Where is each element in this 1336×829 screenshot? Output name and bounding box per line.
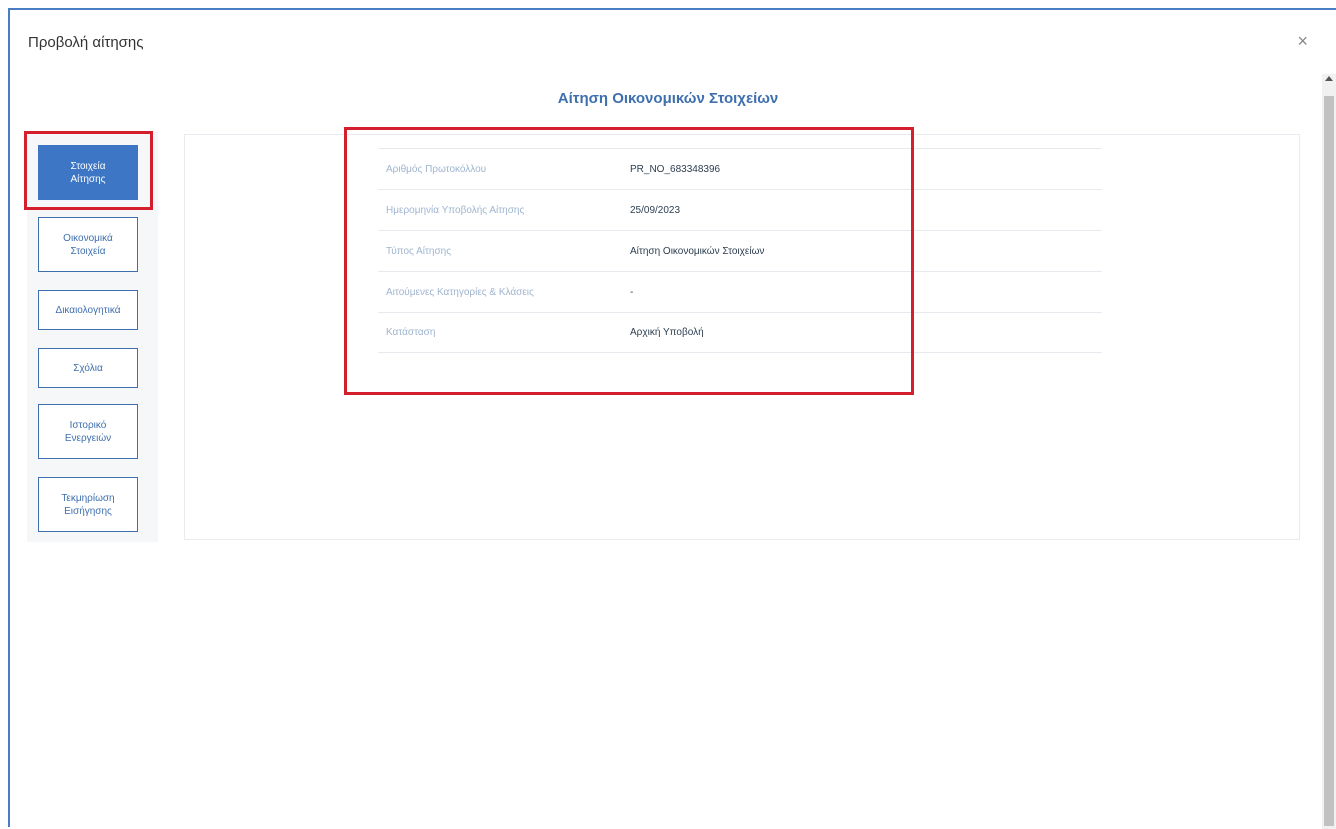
sidebar-item-comments[interactable]: Σχόλια bbox=[38, 348, 138, 388]
detail-value: Αίτηση Οικονομικών Στοιχείων bbox=[630, 245, 765, 257]
request-view-modal: Προβολή αίτησης × Αίτηση Οικονομικών Στο… bbox=[8, 8, 1336, 829]
detail-row: Ημερομηνία Υποβολής Αίτησης 25/09/2023 bbox=[378, 189, 1102, 230]
scrollbar[interactable] bbox=[1322, 74, 1336, 829]
sidebar-item-action-history[interactable]: Ιστορικό Ενεργειών bbox=[38, 404, 138, 459]
detail-label: Τύπος Αίτησης bbox=[386, 245, 452, 257]
scroll-up-arrow-icon[interactable] bbox=[1325, 76, 1333, 81]
detail-label: Κατάσταση bbox=[386, 327, 436, 338]
detail-value: Αρχική Υποβολή bbox=[630, 327, 704, 338]
detail-label: Αιτούμενες Κατηγορίες & Κλάσεις bbox=[386, 286, 534, 298]
detail-label: Ημερομηνία Υποβολής Αίτησης bbox=[386, 204, 525, 216]
detail-row: Κατάσταση Αρχική Υποβολή bbox=[378, 312, 1102, 353]
detail-row: Αιτούμενες Κατηγορίες & Κλάσεις - bbox=[378, 271, 1102, 312]
detail-row: Αριθμός Πρωτοκόλλου PR_NO_683348396 bbox=[378, 148, 1102, 189]
sidebar-item-request-details[interactable]: Στοιχεία Αίτησης bbox=[38, 145, 138, 200]
modal-title: Προβολή αίτησης bbox=[28, 34, 144, 51]
page-title: Αίτηση Οικονομικών Στοιχείων bbox=[557, 90, 779, 107]
detail-value: - bbox=[630, 286, 634, 298]
detail-value: 25/09/2023 bbox=[630, 204, 681, 216]
sidebar-item-recommendation-rationale[interactable]: Τεκμηρίωση Εισήγησης bbox=[38, 477, 138, 532]
sidebar-item-documents[interactable]: Δικαιολογητικά bbox=[38, 290, 138, 330]
sidebar-item-financial-details[interactable]: Οικονομικά Στοιχεία bbox=[38, 217, 138, 272]
detail-row: Τύπος Αίτησης Αίτηση Οικονομικών Στοιχεί… bbox=[378, 230, 1102, 271]
detail-label: Αριθμός Πρωτοκόλλου bbox=[386, 163, 487, 175]
request-details-table: Αριθμός Πρωτοκόλλου PR_NO_683348396 Ημερ… bbox=[378, 148, 1102, 353]
detail-value: PR_NO_683348396 bbox=[630, 163, 721, 175]
close-icon[interactable]: × bbox=[1297, 32, 1308, 50]
scrollbar-thumb[interactable] bbox=[1324, 96, 1334, 826]
sidebar: Στοιχεία Αίτησης Οικονομικά Στοιχεία Δικ… bbox=[27, 132, 158, 542]
